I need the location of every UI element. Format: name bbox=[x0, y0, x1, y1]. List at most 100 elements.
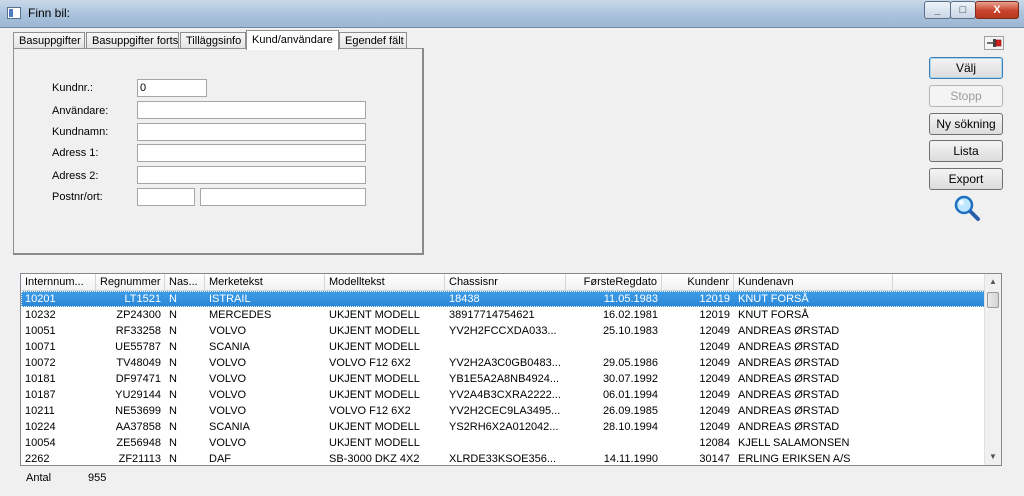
pin-icon[interactable] bbox=[984, 36, 1004, 50]
cell-kundenavn: ANDREAS ØRSTAD bbox=[738, 373, 840, 385]
cell-nasjon: N bbox=[169, 309, 177, 321]
tab-tillaggsinfo[interactable]: Tilläggsinfo bbox=[180, 32, 246, 49]
title-bar[interactable]: Finn bil: _ □ X bbox=[0, 0, 1024, 28]
vertical-scrollbar[interactable]: ▲ ▼ bbox=[984, 274, 1001, 465]
column-header-filler bbox=[893, 274, 985, 290]
cell-merketekst: VOLVO bbox=[209, 357, 247, 369]
minimize-button[interactable]: _ bbox=[924, 1, 951, 19]
anvandare-input[interactable] bbox=[137, 101, 366, 119]
cell-modelltekst: UKJENT MODELL bbox=[329, 373, 420, 385]
ny-sokning-button[interactable]: Ny sökning bbox=[929, 113, 1003, 135]
valj-button[interactable]: Välj bbox=[929, 57, 1003, 79]
cell-forsteregdato: 11.05.1983 bbox=[603, 293, 658, 305]
cell-modelltekst: UKJENT MODELL bbox=[329, 309, 420, 321]
scroll-down-arrow-icon[interactable]: ▼ bbox=[985, 449, 1001, 465]
cell-kundenr: 12049 bbox=[699, 341, 730, 353]
column-header-forsteregdato[interactable]: FørsteRegdato bbox=[566, 274, 662, 290]
table-row[interactable]: 10224 AA37858 N SCANIA UKJENT MODELL YS2RH6X2… bbox=[21, 419, 985, 435]
cell-kundenr: 12049 bbox=[699, 389, 730, 401]
cell-internnummer: 10051 bbox=[25, 325, 56, 337]
cell-internnummer: 10071 bbox=[25, 341, 56, 353]
cell-kundenr: 12049 bbox=[699, 421, 730, 433]
cell-chassisnr: YB1E5A2A8NB4924... bbox=[449, 373, 560, 385]
cell-internnummer: 10211 bbox=[25, 405, 55, 417]
cell-regnummer: AA37858 bbox=[115, 421, 161, 433]
cell-forsteregdato: 06.01.1994 bbox=[602, 389, 658, 401]
cell-merketekst: VOLVO bbox=[209, 325, 247, 337]
scroll-up-arrow-icon[interactable]: ▲ bbox=[985, 274, 1001, 290]
maximize-button[interactable]: □ bbox=[950, 1, 976, 19]
cell-chassisnr bbox=[445, 435, 566, 451]
cell-nasjon: N bbox=[169, 357, 177, 369]
cell-modelltekst: UKJENT MODELL bbox=[329, 389, 420, 401]
cell-regnummer: ZP24300 bbox=[116, 309, 161, 321]
cell-forsteregdato bbox=[566, 339, 662, 355]
cell-kundenr: 12019 bbox=[699, 309, 730, 321]
cell-chassisnr: YV2H2FCCXDA033... bbox=[449, 325, 557, 337]
cell-modelltekst: SB-3000 DKZ 4X2 bbox=[329, 453, 420, 465]
ort-input[interactable] bbox=[200, 188, 366, 206]
cell-regnummer: TV48049 bbox=[116, 357, 161, 369]
cell-kundenavn: ANDREAS ØRSTAD bbox=[738, 421, 840, 433]
cell-nasjon: N bbox=[169, 437, 177, 449]
kundnr-label: Kundnr.: bbox=[52, 82, 93, 94]
adress1-input[interactable] bbox=[137, 144, 366, 162]
magnifier-search-icon[interactable] bbox=[953, 194, 981, 222]
column-header-modelltekst[interactable]: Modelltekst bbox=[325, 274, 445, 290]
table-row[interactable]: 10201 LT1521 N ISTRAIL 18438 11.05.1983 12019 K… bbox=[21, 291, 985, 307]
lista-button[interactable]: Lista bbox=[929, 140, 1003, 162]
column-header-regnummer[interactable]: Regnummer bbox=[96, 274, 165, 290]
antal-label: Antal bbox=[26, 472, 52, 484]
close-button[interactable]: X bbox=[975, 1, 1019, 19]
cell-kundenr: 12049 bbox=[699, 405, 730, 417]
tab-basuppgifter[interactable]: Basuppgifter bbox=[13, 32, 85, 49]
column-header-nasjon[interactable]: Nas... bbox=[165, 274, 205, 290]
column-header-kundenr[interactable]: Kundenr bbox=[662, 274, 734, 290]
adress2-input[interactable] bbox=[137, 166, 366, 184]
table-row[interactable]: 10071 UE55787 N SCANIA UKJENT MODELL 12049 AND… bbox=[21, 339, 985, 355]
cell-chassisnr: YV2A4B3CXRA2222... bbox=[449, 389, 561, 401]
cell-modelltekst: UKJENT MODELL bbox=[329, 325, 420, 337]
table-row[interactable]: 10054 ZE56948 N VOLVO UKJENT MODELL 12084 KJEL… bbox=[21, 435, 985, 451]
column-header-internnummer[interactable]: Internnum... bbox=[21, 274, 96, 290]
table-row[interactable]: 10187 YU29144 N VOLVO UKJENT MODELL YV2A4B3CX… bbox=[21, 387, 985, 403]
cell-internnummer: 10232 bbox=[25, 309, 56, 321]
cell-kundenavn: ANDREAS ØRSTAD bbox=[738, 341, 840, 353]
cell-kundenavn: KNUT FORSÅ bbox=[738, 293, 809, 305]
cell-regnummer: NE53699 bbox=[115, 405, 161, 417]
cell-kundenr: 12019 bbox=[699, 293, 730, 305]
table-row[interactable]: 10181 DF97471 N VOLVO UKJENT MODELL YB1E5A2A8… bbox=[21, 371, 985, 387]
app-window-icon bbox=[7, 7, 21, 19]
export-button[interactable]: Export bbox=[929, 168, 1003, 190]
postnr-input[interactable] bbox=[137, 188, 195, 206]
cell-forsteregdato: 29.05.1986 bbox=[602, 357, 658, 369]
cell-nasjon: N bbox=[169, 453, 177, 465]
table-header: Internnum... Regnummer Nas... Merketekst… bbox=[21, 274, 985, 291]
cell-chassisnr: YV2H2A3C0GB0483... bbox=[449, 357, 561, 369]
cell-merketekst: VOLVO bbox=[209, 437, 247, 449]
tab-egendef-falt[interactable]: Egendef fält bbox=[339, 32, 407, 49]
table-row[interactable]: 10211 NE53699 N VOLVO VOLVO F12 6X2 YV2H2CEC9… bbox=[21, 403, 985, 419]
scroll-thumb[interactable] bbox=[987, 292, 999, 308]
tab-basuppgifter-forts[interactable]: Basuppgifter forts bbox=[86, 32, 179, 49]
column-header-kundenavn[interactable]: Kundenavn bbox=[734, 274, 893, 290]
table-row[interactable]: 10072 TV48049 N VOLVO VOLVO F12 6X2 YV2H2A3C0… bbox=[21, 355, 985, 371]
cell-regnummer: ZE56948 bbox=[116, 437, 161, 449]
kundnr-input[interactable] bbox=[137, 79, 207, 97]
column-header-merketekst[interactable]: Merketekst bbox=[205, 274, 325, 290]
table-row[interactable]: 10051 RF33258 N VOLVO UKJENT MODELL YV2H2FCCX… bbox=[21, 323, 985, 339]
cell-modelltekst: VOLVO F12 6X2 bbox=[329, 405, 411, 417]
column-header-chassisnr[interactable]: Chassisnr bbox=[445, 274, 566, 290]
cell-chassisnr: YS2RH6X2A012042... bbox=[449, 421, 559, 433]
stopp-button[interactable]: Stopp bbox=[929, 85, 1003, 107]
tab-kund-anvandare[interactable]: Kund/användare bbox=[246, 30, 339, 50]
table-row[interactable]: 10232 ZP24300 N MERCEDES UKJENT MODELL 389177… bbox=[21, 307, 985, 323]
cell-merketekst: SCANIA bbox=[209, 421, 250, 433]
cell-kundenavn: ANDREAS ØRSTAD bbox=[738, 389, 840, 401]
window-title: Finn bil: bbox=[28, 6, 71, 20]
cell-kundenavn: ANDREAS ØRSTAD bbox=[738, 325, 840, 337]
antal-count: 955 bbox=[88, 472, 107, 484]
table-row[interactable]: 2262 ZF21113 N DAF SB-3000 DKZ 4X2 XLRDE33KSO… bbox=[21, 451, 985, 465]
kundnamn-input[interactable] bbox=[137, 123, 366, 141]
adress1-label: Adress 1: bbox=[52, 147, 99, 159]
